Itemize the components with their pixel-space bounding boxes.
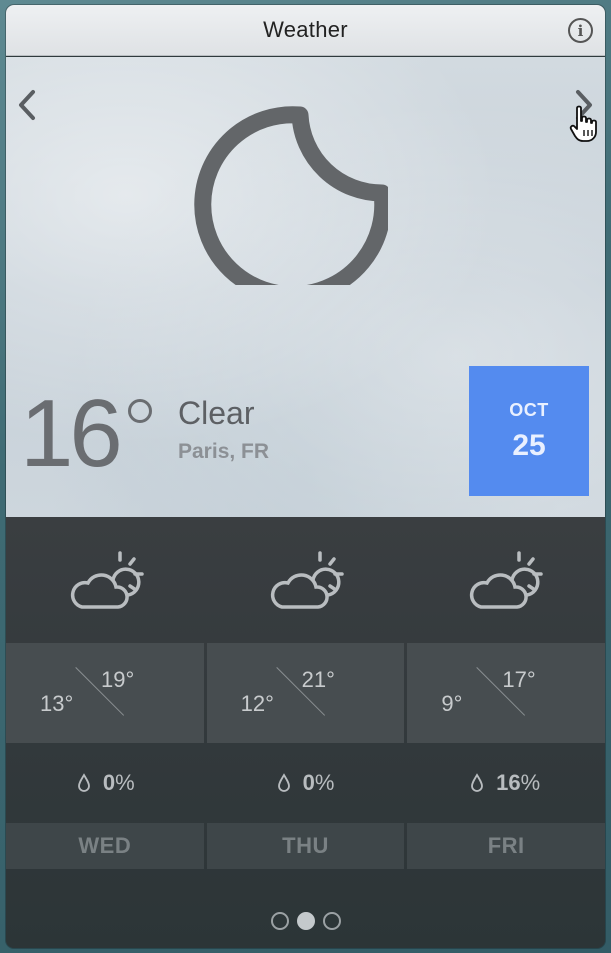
title-bar: Weather i <box>6 5 605 56</box>
window-title: Weather <box>263 17 348 42</box>
forecast-precip: 0 <box>102 770 116 795</box>
weather-window: Weather i 16 Clear Paris, FR OCT 25 19° … <box>6 5 605 948</box>
info-icon: i <box>577 21 584 40</box>
precip-unit: % <box>314 770 335 795</box>
current-location: Paris, FR <box>178 440 270 463</box>
partly-cloudy-icon <box>270 551 344 609</box>
info-button[interactable]: i <box>568 18 593 43</box>
page-dot-1[interactable] <box>270 912 289 930</box>
forecast-day-wed[interactable]: WED <box>6 823 204 869</box>
forecast-precip-row: 0% 0% 16% <box>6 743 605 823</box>
forecast-day-fri[interactable]: FRI <box>407 823 605 869</box>
previous-location-button[interactable] <box>12 85 42 125</box>
degree-icon <box>128 399 152 423</box>
raindrop-icon <box>277 773 290 792</box>
current-conditions: 16 Clear Paris, FR OCT 25 <box>6 57 605 517</box>
forecast-temperature-row: 19° 13° 21° 12° 17° 9° <box>6 643 605 743</box>
partly-cloudy-icon <box>470 551 543 609</box>
moon-icon <box>194 106 388 285</box>
forecast-precip: 16 <box>496 770 521 795</box>
current-temperature: 16 <box>20 380 123 487</box>
page-indicator <box>6 909 605 933</box>
forecast-temp-cell: 19° 13° <box>6 643 204 743</box>
raindrop-icon <box>78 773 90 792</box>
forecast-icon-cell <box>206 517 406 643</box>
forecast-day-thu[interactable]: THU <box>206 823 405 869</box>
forecast-low: 13° <box>40 691 74 716</box>
forecast-low: 9° <box>441 691 463 716</box>
hand-cursor-icon <box>569 105 597 142</box>
precip-unit: % <box>520 770 541 795</box>
forecast-high: 21° <box>301 667 335 692</box>
forecast-precip-cell: 0% <box>6 743 206 823</box>
partly-cloudy-icon <box>70 551 144 609</box>
current-condition: Clear <box>178 395 255 431</box>
raindrop-icon <box>471 773 484 792</box>
forecast-panel: 19° 13° 21° 12° 17° 9° 0% 0% 16% WED THU… <box>6 517 605 948</box>
forecast-precip: 0 <box>302 770 315 795</box>
chevron-left-icon <box>19 90 35 120</box>
forecast-precip-cell: 0% <box>206 743 406 823</box>
date-day: 25 <box>512 428 546 462</box>
date-month: OCT <box>509 399 549 420</box>
date-badge: OCT 25 <box>469 366 589 496</box>
forecast-day-row: WED THU FRI <box>6 823 605 869</box>
forecast-low: 12° <box>240 691 274 716</box>
page-dot-3[interactable] <box>322 912 341 930</box>
forecast-icon-cell <box>6 517 206 643</box>
forecast-precip-cell: 16% <box>405 743 605 823</box>
forecast-icon-row <box>6 517 605 643</box>
forecast-high: 17° <box>502 667 536 692</box>
forecast-high: 19° <box>101 667 135 692</box>
forecast-temp-cell: 21° 12° <box>206 643 405 743</box>
forecast-icon-cell <box>405 517 605 643</box>
precip-unit: % <box>115 770 135 795</box>
forecast-temp-cell: 17° 9° <box>407 643 605 743</box>
page-dot-2-active[interactable] <box>296 912 315 930</box>
